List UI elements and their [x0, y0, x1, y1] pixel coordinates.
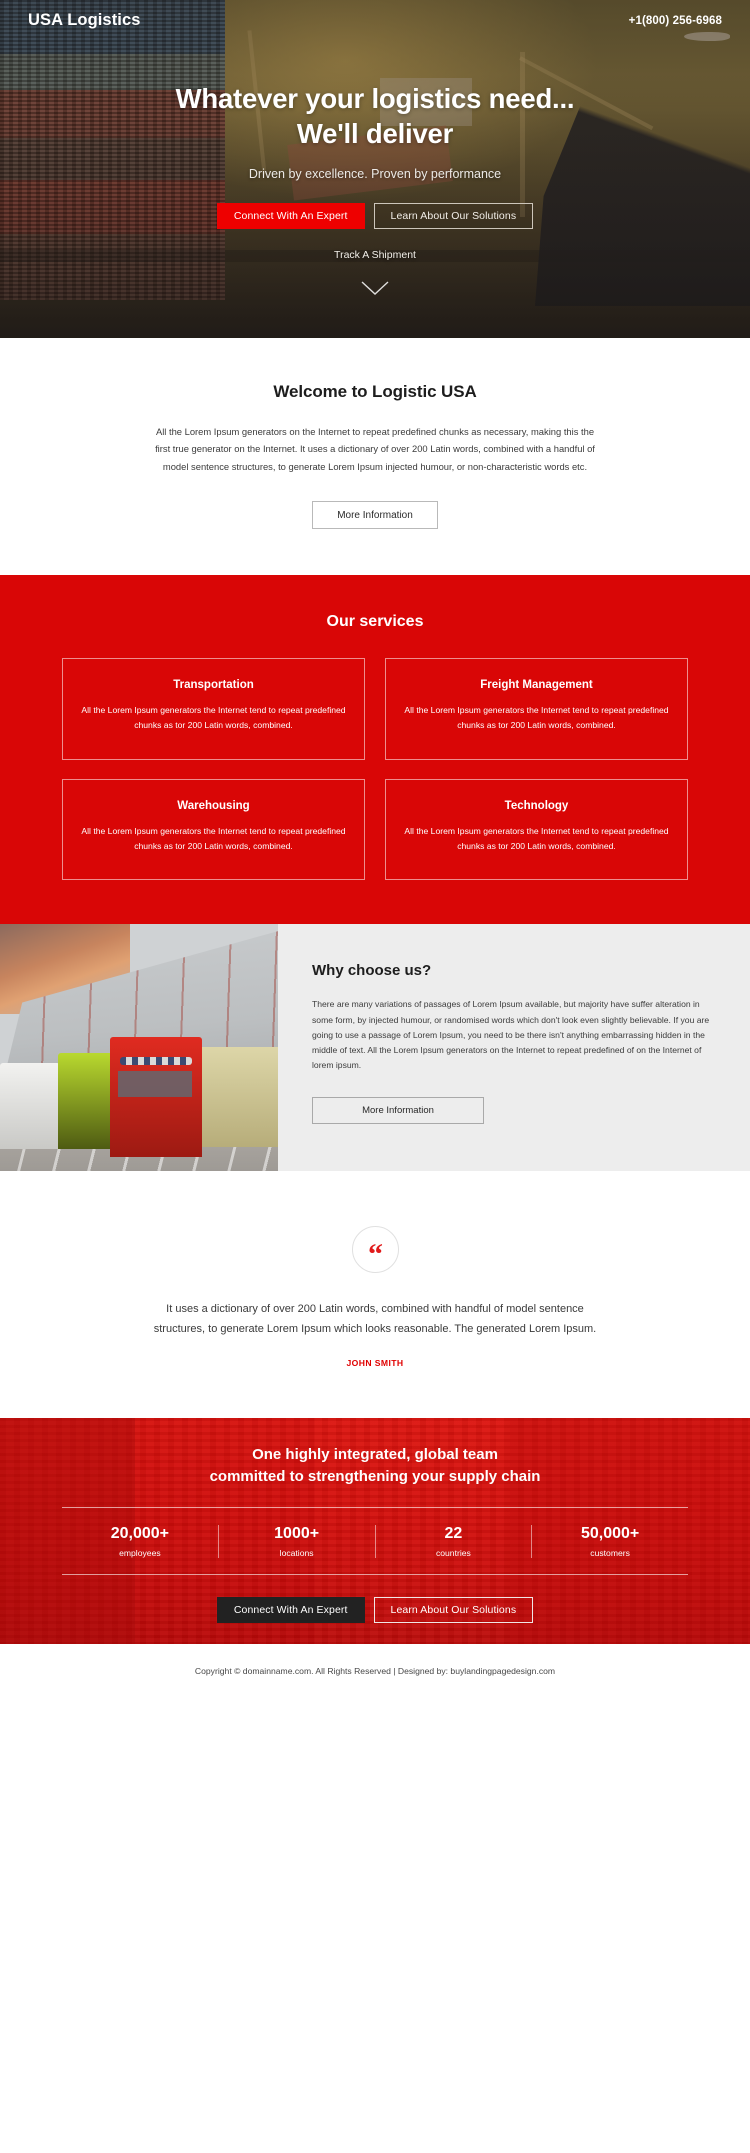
stat-label: employees: [119, 1547, 161, 1558]
site-footer: Copyright © domainname.com. All Rights R…: [0, 1644, 750, 1703]
stat-number: 1000+: [274, 1524, 320, 1542]
stat-number: 20,000+: [110, 1524, 170, 1542]
stat-employees: 20,000+ employees: [62, 1524, 219, 1558]
stats-connect-with-expert-button[interactable]: Connect With An Expert: [216, 1596, 365, 1623]
service-card-body: All the Lorem Ipsum generators the Inter…: [404, 825, 669, 851]
service-card-title: Freight Management: [480, 679, 593, 692]
stats-button-group: Connect With An Expert Learn About Our S…: [0, 1596, 750, 1623]
hero-subheading: Driven by excellence. Proven by performa…: [248, 167, 502, 182]
service-card-title: Transportation: [173, 679, 254, 692]
service-card-body: All the Lorem Ipsum generators the Inter…: [81, 825, 346, 851]
track-a-shipment-link[interactable]: Track A Shipment: [0, 249, 750, 261]
stats-learn-about-solutions-button[interactable]: Learn About Our Solutions: [373, 1596, 534, 1623]
footer-copyright: Copyright © domainname.com. All Rights R…: [194, 1666, 556, 1677]
why-choose-us-image: [0, 924, 278, 1172]
testimonial-section: “ It uses a dictionary of over 200 Latin…: [0, 1171, 750, 1419]
welcome-body-text: All the Lorem Ipsum generators on the In…: [155, 426, 595, 472]
welcome-title: Welcome to Logistic USA: [273, 382, 477, 401]
stat-locations: 1000+ locations: [219, 1524, 376, 1558]
why-more-information-button[interactable]: More Information: [312, 1096, 484, 1124]
why-choose-us-content: Why choose us? There are many variations…: [278, 924, 750, 1171]
service-card-body: All the Lorem Ipsum generators the Inter…: [81, 705, 346, 730]
stats-row: 20,000+ employees 1000+ locations 22 cou…: [62, 1506, 688, 1575]
service-card-title: Technology: [504, 799, 569, 812]
stat-number: 50,000+: [580, 1524, 640, 1542]
stats-heading: One highly integrated, global team commi…: [0, 1444, 750, 1488]
hero-learn-about-solutions-button[interactable]: Learn About Our Solutions: [373, 203, 534, 230]
welcome-more-information-button[interactable]: More Information: [312, 501, 438, 530]
hero-connect-with-expert-button[interactable]: Connect With An Expert: [216, 203, 365, 230]
hero-content: Whatever your logistics need... We'll de…: [0, 81, 750, 296]
testimonial-author: JOHN SMITH: [346, 1358, 404, 1369]
red-truck-decor: [110, 1037, 202, 1158]
header-phone-number[interactable]: +1(800) 256-6968: [629, 15, 722, 27]
stats-cta-section: One highly integrated, global team commi…: [0, 1418, 750, 1645]
stat-number: 22: [444, 1524, 463, 1542]
why-choose-us-section: Why choose us? There are many variations…: [0, 924, 750, 1172]
hero-heading: Whatever your logistics need... We'll de…: [0, 81, 750, 151]
service-card-title: Warehousing: [177, 799, 250, 812]
stats-heading-line-1: One highly integrated, global team: [252, 1446, 498, 1464]
stat-label: countries: [435, 1547, 471, 1558]
service-card-freight-management[interactable]: Freight Management All the Lorem Ipsum g…: [385, 658, 688, 760]
hero-section: USA Logistics +1(800) 256-6968 Whatever …: [0, 0, 750, 338]
quote-icon: “: [351, 1226, 399, 1274]
truck-roof-lights-decor: [120, 1057, 192, 1066]
stat-label: locations: [279, 1547, 314, 1558]
why-choose-us-title: Why choose us?: [312, 962, 432, 980]
white-truck-decor: [0, 1063, 60, 1150]
services-grid: Transportation All the Lorem Ipsum gener…: [62, 658, 688, 881]
service-card-body: All the Lorem Ipsum generators the Inter…: [404, 705, 669, 730]
stat-label: customers: [590, 1547, 630, 1558]
green-truck-decor: [58, 1053, 116, 1150]
testimonial-quote: It uses a dictionary of over 200 Latin w…: [153, 1303, 597, 1335]
brand-logo[interactable]: USA Logistics: [28, 11, 141, 30]
stats-heading-line-2: committed to strengthening your supply c…: [209, 1468, 541, 1486]
service-card-warehousing[interactable]: Warehousing All the Lorem Ipsum generato…: [62, 778, 365, 881]
services-title: Our services: [326, 613, 424, 631]
why-choose-us-body-text: There are many variations of passages of…: [312, 999, 710, 1071]
site-header: USA Logistics +1(800) 256-6968: [0, 0, 750, 30]
welcome-section: Welcome to Logistic USA All the Lorem Ip…: [0, 338, 750, 576]
services-section: Our services Transportation All the Lore…: [0, 575, 750, 925]
hero-heading-line-2: We'll deliver: [296, 118, 454, 150]
quote-glyph: “: [368, 1238, 383, 1272]
service-card-technology[interactable]: Technology All the Lorem Ipsum generator…: [385, 778, 688, 881]
trailer-decor: [196, 1047, 278, 1148]
hero-button-group: Connect With An Expert Learn About Our S…: [0, 203, 750, 230]
service-card-transportation[interactable]: Transportation All the Lorem Ipsum gener…: [62, 658, 365, 760]
truck-windshield-decor: [118, 1071, 192, 1098]
stat-countries: 22 countries: [376, 1524, 533, 1558]
chevron-down-icon[interactable]: [360, 280, 390, 296]
stat-customers: 50,000+ customers: [532, 1525, 688, 1558]
hero-heading-line-1: Whatever your logistics need...: [175, 83, 575, 114]
